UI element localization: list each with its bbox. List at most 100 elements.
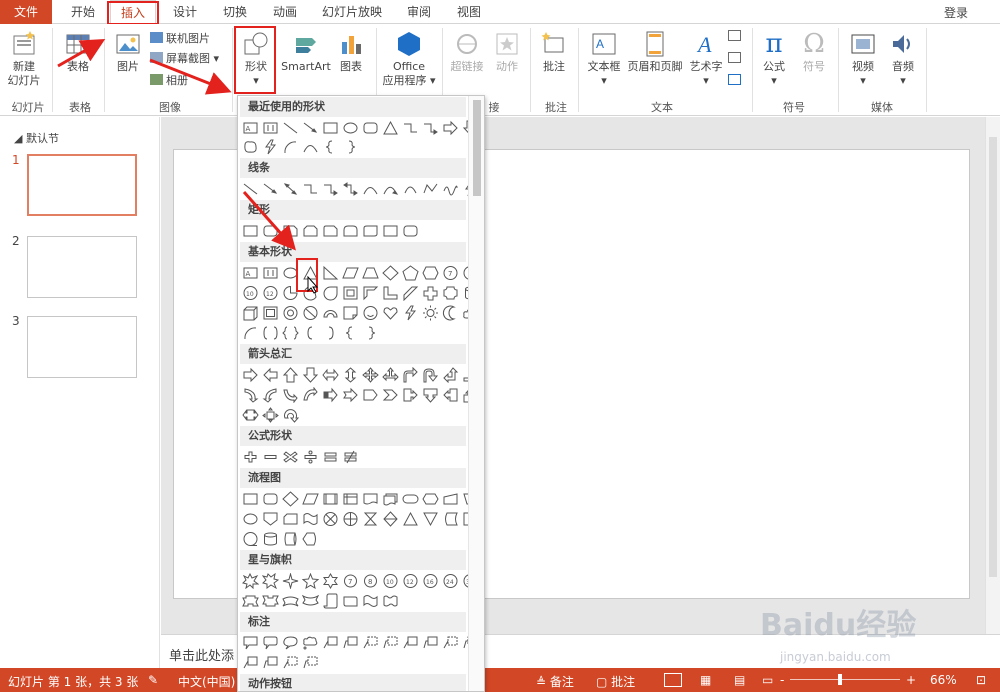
chevron-shape-icon[interactable]	[382, 387, 399, 403]
freeform-shape-icon[interactable]	[422, 181, 439, 197]
curveddown-shape-icon[interactable]	[301, 593, 320, 609]
bracepair-shape-icon[interactable]	[282, 325, 299, 341]
equation-button[interactable]: π 公式 ▾	[756, 30, 792, 88]
zoom-in-button[interactable]: +	[906, 673, 916, 687]
or-shape-icon[interactable]	[342, 511, 359, 527]
zoom-level[interactable]: 66%	[930, 673, 957, 687]
linecallout3-shape-icon[interactable]	[362, 635, 379, 651]
symbol-button[interactable]: Ω 符号	[796, 30, 832, 74]
bevel-shape-icon[interactable]	[262, 305, 279, 321]
line-shape-icon[interactable]	[282, 120, 299, 136]
trapezoid-shape-icon[interactable]	[362, 265, 379, 281]
notequal-shape-icon[interactable]	[342, 449, 359, 465]
office-apps-button[interactable]: Office 应用程序 ▾	[382, 30, 436, 88]
screenshot-button[interactable]: 屏幕截图 ▾	[150, 52, 219, 66]
normal-view-icon[interactable]	[664, 673, 682, 687]
zoom-slider[interactable]	[790, 679, 900, 680]
dblarrow-shape-icon[interactable]	[282, 181, 299, 197]
curvedup-shape-icon[interactable]	[282, 593, 299, 609]
star24-shape-icon[interactable]: 24	[442, 573, 459, 589]
udarrow-shape-icon[interactable]	[342, 367, 359, 383]
section-header[interactable]: ◢ 默认节	[14, 130, 59, 146]
action-button[interactable]: 动作	[490, 30, 524, 74]
diamond-shape-icon[interactable]	[282, 491, 299, 507]
multidoc-shape-icon[interactable]	[382, 491, 399, 507]
linecallout3-shape-icon[interactable]	[282, 655, 299, 671]
curvearrow-shape-icon[interactable]	[382, 181, 399, 197]
date-time-button[interactable]	[728, 30, 744, 44]
slide-number-button[interactable]	[728, 52, 744, 66]
linecallout3-shape-icon[interactable]	[442, 635, 459, 651]
tab-design[interactable]: 设计	[162, 0, 208, 24]
linecallout2-shape-icon[interactable]	[342, 635, 359, 651]
pentagon-shape-icon[interactable]	[402, 265, 419, 281]
fit-slide-icon[interactable]: ⊡	[976, 673, 986, 687]
triangle-shape-icon[interactable]	[382, 120, 399, 136]
header-footer-button[interactable]: 页眉和页脚	[626, 30, 684, 74]
slide-thumbnail-2[interactable]	[27, 236, 137, 298]
foldcorner-shape-icon[interactable]	[342, 305, 359, 321]
preparation-shape-icon[interactable]	[422, 491, 439, 507]
reading-view-icon[interactable]: ▤	[734, 673, 745, 687]
merge-shape-icon[interactable]	[422, 511, 439, 527]
login-link[interactable]: 登录	[944, 4, 968, 21]
linecallout2-shape-icon[interactable]	[262, 655, 279, 671]
vertical-scrollbar[interactable]	[985, 117, 1000, 634]
zoom-out-button[interactable]: -	[780, 673, 784, 687]
equal-shape-icon[interactable]	[322, 449, 339, 465]
lbrace-shape-icon[interactable]	[342, 325, 359, 341]
curve-shape-icon[interactable]	[362, 181, 379, 197]
curvedbl-shape-icon[interactable]	[402, 181, 419, 197]
wordart-button[interactable]: A 艺术字 ▾	[686, 30, 726, 88]
elbow-shape-icon[interactable]	[302, 181, 319, 197]
pentarrow-shape-icon[interactable]	[362, 387, 379, 403]
tab-slideshow[interactable]: 幻灯片放映	[318, 0, 386, 24]
album-button[interactable]: 相册	[150, 74, 188, 88]
rect-shape-icon[interactable]	[322, 120, 339, 136]
curvedu-shape-icon[interactable]	[282, 387, 299, 404]
rbrace-shape-icon[interactable]	[362, 325, 379, 341]
parallelogram-shape-icon[interactable]	[302, 491, 319, 507]
rect-shape-icon[interactable]	[242, 491, 259, 507]
collate-shape-icon[interactable]	[362, 511, 379, 527]
arc-shape-icon[interactable]	[242, 325, 259, 341]
curvedd-shape-icon[interactable]	[302, 386, 319, 403]
parallelogram-shape-icon[interactable]	[342, 265, 359, 281]
dodecagon-shape-icon[interactable]: 12	[262, 285, 279, 301]
rtriangle-shape-icon[interactable]	[322, 265, 339, 281]
tab-view[interactable]: 视图	[446, 0, 492, 24]
summing-shape-icon[interactable]	[322, 511, 339, 527]
tab-review[interactable]: 审阅	[396, 0, 442, 24]
seqaccess-shape-icon[interactable]	[242, 531, 259, 547]
cloudcallout-shape-icon[interactable]	[302, 635, 319, 651]
tab-transitions[interactable]: 切换	[212, 0, 258, 24]
online-pictures-button[interactable]: 联机图片	[150, 32, 210, 46]
dropdown-scrollbar[interactable]	[468, 96, 484, 691]
punchtape-shape-icon[interactable]	[302, 511, 319, 527]
elbowarrow-shape-icon[interactable]	[322, 181, 339, 197]
scrollbar-thumb[interactable]	[989, 137, 997, 577]
ovalcallout-shape-icon[interactable]	[282, 635, 299, 651]
lcallout-shape-icon[interactable]	[442, 387, 459, 403]
star4-shape-icon[interactable]	[282, 572, 299, 590]
predefined-shape-icon[interactable]	[322, 491, 339, 507]
slide-sorter-icon[interactable]: ▦	[700, 673, 711, 687]
linecallout1-shape-icon[interactable]	[402, 635, 419, 651]
rarrow-shape-icon[interactable]	[442, 120, 459, 136]
roundtop-shape-icon[interactable]	[342, 223, 359, 239]
blob-shape-icon[interactable]	[242, 139, 259, 155]
storeddata-shape-icon[interactable]	[442, 511, 459, 527]
extract-shape-icon[interactable]	[402, 511, 419, 527]
circarrow-shape-icon[interactable]	[282, 407, 300, 423]
audio-button[interactable]: 音频 ▾	[886, 30, 920, 88]
lightning-shape-icon[interactable]	[402, 305, 419, 321]
zoom-slider-thumb[interactable]	[838, 674, 842, 685]
star6-shape-icon[interactable]	[322, 572, 339, 590]
display-shape-icon[interactable]	[302, 531, 319, 547]
ellipse-shape-icon[interactable]	[242, 511, 259, 527]
dropdown-scrollbar-thumb[interactable]	[473, 100, 481, 196]
sun-shape-icon[interactable]	[422, 305, 439, 321]
round2-shape-icon[interactable]	[362, 223, 379, 239]
manualinput-shape-icon[interactable]	[442, 491, 459, 507]
vtextbox-shape-icon[interactable]	[262, 120, 279, 136]
